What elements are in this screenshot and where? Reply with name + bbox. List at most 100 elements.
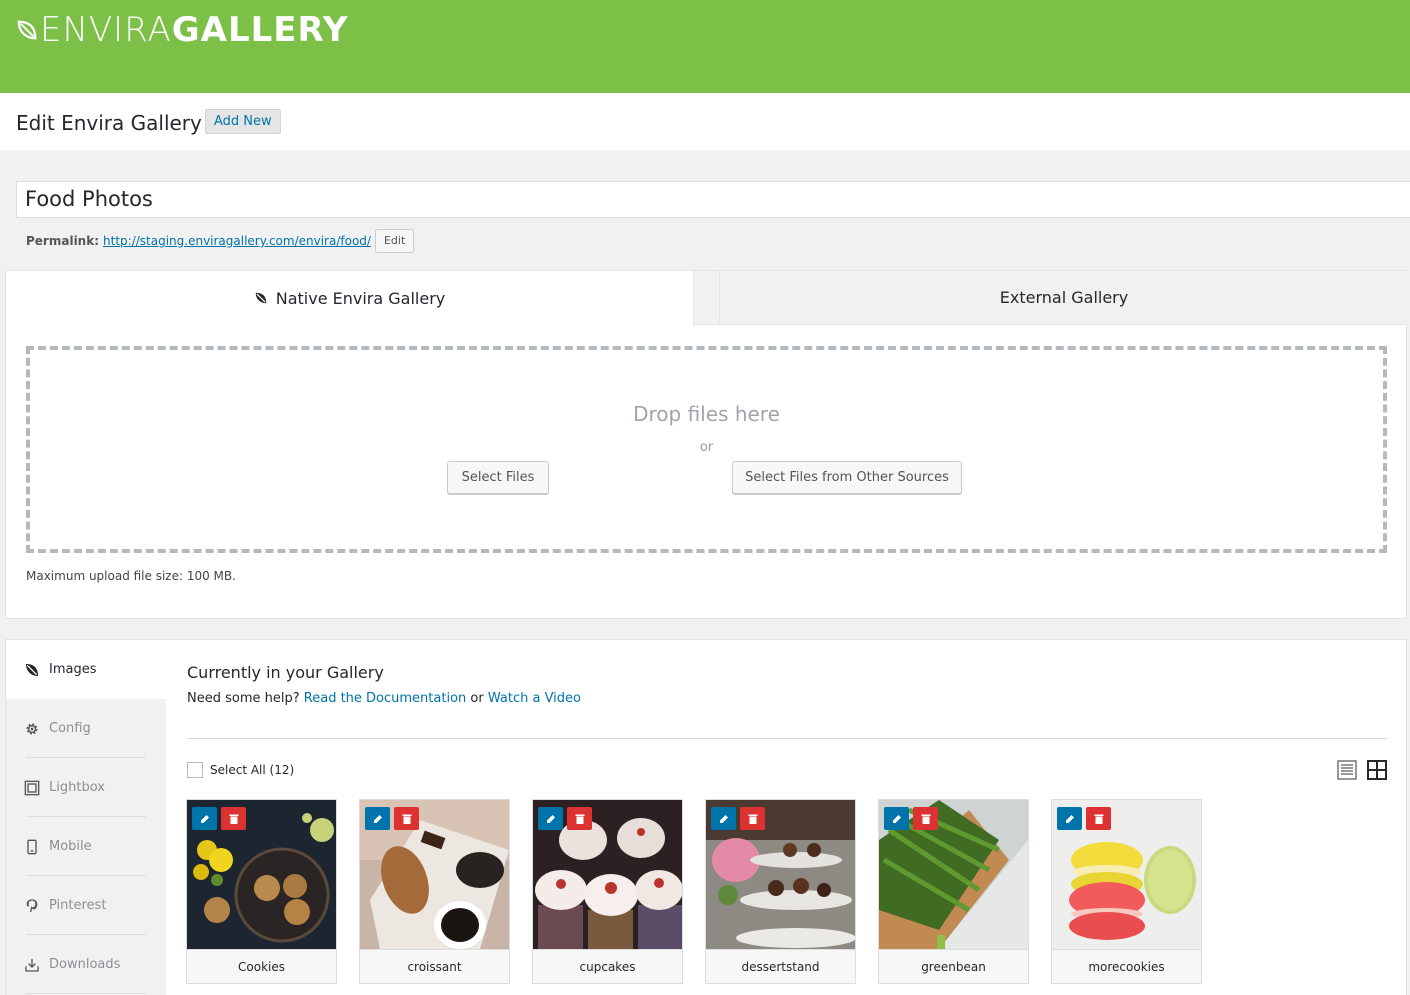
add-new-button[interactable]: Add New [205, 109, 281, 134]
divider [187, 738, 1387, 739]
image-caption: cupcakes [533, 949, 682, 983]
image-caption: greenbean [879, 949, 1028, 983]
sidebar-item-config[interactable]: Config [6, 699, 166, 758]
select-all-checkbox[interactable] [187, 762, 203, 778]
pencil-icon [719, 814, 728, 823]
trash-icon [921, 814, 930, 824]
delete-image-button[interactable] [567, 807, 592, 830]
trash-icon [1094, 814, 1103, 824]
pencil-icon [546, 814, 555, 823]
delete-image-button[interactable] [394, 807, 419, 830]
help-text: Need some help? Read the Documentation o… [187, 691, 581, 706]
sidebar-item-images[interactable]: Images [6, 640, 166, 699]
permalink-edit-button[interactable]: Edit [374, 229, 415, 253]
thumbnail-image[interactable] [360, 800, 509, 949]
sidebar-item-label: Mobile [49, 839, 92, 854]
help-or: or [470, 691, 484, 706]
trash-icon [229, 814, 238, 824]
select-other-sources-button[interactable]: Select Files from Other Sources [732, 461, 962, 494]
delete-image-button[interactable] [1086, 807, 1111, 830]
edit-image-button[interactable] [538, 807, 563, 830]
select-all-label: Select All (12) [210, 763, 295, 777]
sidebar-item-downloads[interactable]: Downloads [6, 935, 166, 994]
gallery-item[interactable]: morecookies [1051, 799, 1202, 984]
max-upload-size: Maximum upload file size: 100 MB. [26, 569, 236, 583]
image-caption: Cookies [187, 949, 336, 983]
trash-icon [748, 814, 757, 824]
list-view-icon[interactable] [1337, 760, 1357, 780]
logo-text-bold: GALLERY [171, 10, 349, 50]
gallery-title-input[interactable]: Food Photos [16, 181, 1410, 218]
pencil-icon [1065, 814, 1074, 823]
tab-native-label: Native Envira Gallery [275, 288, 446, 308]
pinterest-icon [26, 898, 38, 912]
tab-divider [693, 271, 719, 325]
permalink-link[interactable]: http://staging.enviragallery.com/envira/… [103, 234, 371, 248]
divider [26, 993, 146, 994]
gallery-item[interactable]: Cookies [186, 799, 337, 984]
upload-panel: Native Envira Gallery External Gallery D… [5, 270, 1408, 619]
edit-image-button[interactable] [884, 807, 909, 830]
drop-zone[interactable]: Drop files here or Select Files Select F… [26, 346, 1387, 553]
image-caption: dessertstand [706, 949, 855, 983]
sidebar-item-label: Config [49, 721, 91, 736]
tab-external-label: External Gallery [999, 288, 1129, 307]
trash-icon [575, 814, 584, 824]
help-prefix: Need some help? [187, 691, 300, 706]
gallery-item[interactable]: greenbean [878, 799, 1029, 984]
sidebar-item-label: Downloads [49, 957, 121, 972]
permalink-label: Permalink: [26, 234, 100, 248]
edit-image-button[interactable] [1057, 807, 1082, 830]
gallery-panel: Images Config Lightbox Mobile Pinterest … [5, 639, 1407, 995]
mobile-icon [27, 839, 37, 854]
envira-logo[interactable]: ENVIRA GALLERY [16, 12, 348, 48]
gallery-item[interactable]: dessertstand [705, 799, 856, 984]
title-bar: Edit Envira Gallery Add New [0, 93, 1410, 150]
grid-view-icon[interactable] [1367, 760, 1387, 780]
thumbnail-image[interactable] [187, 800, 336, 949]
sidebar-item-pinterest[interactable]: Pinterest [6, 876, 166, 935]
documentation-link[interactable]: Read the Documentation [304, 691, 466, 706]
delete-image-button[interactable] [221, 807, 246, 830]
trash-icon [402, 814, 411, 824]
download-icon [25, 958, 39, 972]
edit-image-button[interactable] [365, 807, 390, 830]
thumbnail-image[interactable] [706, 800, 855, 949]
header-banner: ENVIRA GALLERY [0, 0, 1410, 93]
gallery-item[interactable]: croissant [359, 799, 510, 984]
envira-leaf-icon [26, 663, 38, 676]
sidebar-item-label: Pinterest [49, 898, 107, 913]
permalink: Permalink: http://staging.enviragallery.… [26, 229, 415, 253]
envira-leaf-icon [255, 292, 266, 304]
logo-text-light: ENVIRA [40, 10, 172, 50]
lightbox-icon [24, 780, 40, 795]
image-caption: morecookies [1052, 949, 1201, 983]
tab-native-gallery[interactable]: Native Envira Gallery [6, 271, 693, 325]
page-title: Edit Envira Gallery [16, 111, 202, 135]
tab-external-gallery[interactable]: External Gallery [719, 271, 1408, 325]
watch-video-link[interactable]: Watch a Video [488, 691, 581, 706]
gear-icon [26, 723, 38, 734]
sidebar-item-lightbox[interactable]: Lightbox [6, 758, 166, 817]
pencil-icon [892, 814, 901, 823]
thumbnail-image[interactable] [1052, 800, 1201, 949]
select-files-button[interactable]: Select Files [447, 461, 549, 494]
envira-leaf-icon [17, 20, 37, 40]
thumbnail-image[interactable] [879, 800, 1028, 949]
delete-image-button[interactable] [913, 807, 938, 830]
drop-files-text: Drop files here [633, 402, 780, 426]
sidebar-item-mobile[interactable]: Mobile [6, 817, 166, 876]
sidebar-item-label: Lightbox [49, 780, 105, 795]
edit-image-button[interactable] [192, 807, 217, 830]
delete-image-button[interactable] [740, 807, 765, 830]
image-caption: croissant [360, 949, 509, 983]
pencil-icon [200, 814, 209, 823]
settings-sidebar: Images Config Lightbox Mobile Pinterest … [6, 640, 166, 995]
gallery-item[interactable]: cupcakes [532, 799, 683, 984]
select-all[interactable]: Select All (12) [187, 762, 294, 778]
thumbnail-image[interactable] [533, 800, 682, 949]
gallery-heading: Currently in your Gallery [187, 663, 384, 682]
edit-image-button[interactable] [711, 807, 736, 830]
sidebar-item-label: Images [49, 662, 97, 677]
pencil-icon [373, 814, 382, 823]
